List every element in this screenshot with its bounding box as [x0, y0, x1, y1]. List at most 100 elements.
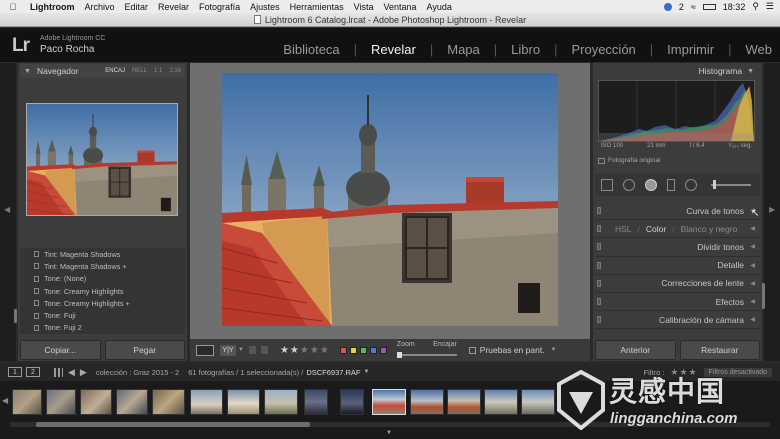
panel-switch[interactable]: [597, 225, 601, 233]
filmstrip-thumbnail[interactable]: [410, 389, 444, 415]
red-eye-icon[interactable]: [645, 179, 657, 191]
chevron-down-icon[interactable]: ▼: [364, 369, 370, 375]
filmstrip-thumbnail[interactable]: [340, 389, 364, 415]
color-label-purple[interactable]: [379, 346, 387, 354]
filmstrip-thumbnail-selected[interactable]: [372, 389, 406, 415]
filmstrip-thumbnail[interactable]: [80, 389, 112, 415]
nav-1-1-option[interactable]: 1:1: [154, 68, 162, 74]
zoom-slider-knob[interactable]: [396, 352, 402, 358]
tab-bw[interactable]: Blanco y negro: [681, 224, 738, 234]
module-proyeccion[interactable]: Proyección: [571, 42, 635, 57]
previous-button[interactable]: Anterior: [595, 340, 676, 360]
star-rating[interactable]: ★★★★★: [280, 345, 330, 356]
module-libro[interactable]: Libro: [511, 42, 540, 57]
forward-arrow-icon[interactable]: ▶: [80, 367, 87, 378]
tab-color[interactable]: Color: [646, 224, 666, 234]
soft-proofing-toggle[interactable]: Pruebas en pant.: [468, 345, 545, 355]
battery-icon[interactable]: [702, 3, 716, 10]
apple-icon[interactable]: : [6, 2, 20, 12]
loupe-view-button[interactable]: [196, 344, 214, 356]
wifi-icon[interactable]: ≈: [691, 2, 696, 12]
panel-switch[interactable]: [597, 297, 601, 305]
grid-view-icon[interactable]: [54, 367, 63, 377]
navigator-preview[interactable]: [26, 103, 178, 216]
preset-item[interactable]: Tone: Fuji 2: [20, 322, 185, 334]
panel-tone-curve[interactable]: Curva de tonos ◀: [595, 202, 760, 221]
adjustment-brush-slider[interactable]: [711, 180, 751, 189]
filmstrip-thumbnail[interactable]: [521, 389, 555, 415]
histogram-header[interactable]: Histograma ▼: [595, 64, 760, 78]
menu-ajustes[interactable]: Ajustes: [250, 2, 280, 12]
filmstrip-scrollbar[interactable]: [36, 422, 310, 427]
spot-removal-icon[interactable]: [623, 179, 635, 191]
spotlight-icon[interactable]: ⚲: [752, 1, 759, 12]
panel-switch[interactable]: [597, 243, 601, 251]
collection-source[interactable]: colección : Graz 2015 - 2: [96, 368, 179, 377]
nav-1-16-option[interactable]: 1:16: [169, 68, 181, 74]
tab-hsl[interactable]: HSL: [615, 224, 632, 234]
right-panel-scrollbar[interactable]: [762, 283, 765, 309]
nav-fit-option[interactable]: ENCAJ: [105, 68, 125, 74]
panel-camera-calibration[interactable]: Calibración de cámara ◀: [595, 311, 760, 330]
radial-filter-icon[interactable]: [685, 179, 697, 191]
preset-item[interactable]: Tone: Creamy Highlights: [20, 285, 185, 297]
module-web[interactable]: Web: [746, 42, 773, 57]
left-panel-scrollbar[interactable]: [14, 309, 17, 323]
filmstrip-thumbnail[interactable]: [116, 389, 148, 415]
back-arrow-icon[interactable]: ◀: [68, 367, 75, 378]
slider-knob[interactable]: [713, 180, 716, 189]
filmstrip-thumbnail[interactable]: [484, 389, 518, 415]
zoom-control[interactable]: Zoom Encajar: [396, 341, 457, 359]
menu-editar[interactable]: Editar: [125, 2, 149, 12]
crop-tool-icon[interactable]: [601, 179, 613, 191]
filmstrip-thumbnail[interactable]: [447, 389, 481, 415]
menu-vista[interactable]: Vista: [354, 2, 374, 12]
filmstrip-thumbnail[interactable]: [46, 389, 76, 415]
color-label-yellow[interactable]: [349, 346, 357, 354]
panel-switch[interactable]: [597, 261, 601, 269]
main-photo[interactable]: [222, 73, 558, 326]
preset-item[interactable]: Tone: Fuji: [20, 309, 185, 321]
preset-item[interactable]: Tint: Magenta Shadows: [20, 248, 185, 260]
monitor-2-button[interactable]: 2: [26, 367, 40, 377]
menu-lightroom[interactable]: Lightroom: [30, 2, 75, 12]
filmstrip-thumbnail[interactable]: [264, 389, 298, 415]
panel-switch[interactable]: [597, 207, 601, 214]
filmstrip-thumbnail[interactable]: [152, 389, 185, 415]
flag-icon[interactable]: [248, 346, 256, 354]
reject-flag-icon[interactable]: [260, 346, 268, 354]
status-icon[interactable]: [663, 2, 672, 11]
copy-button[interactable]: Copiar...: [20, 340, 101, 360]
right-panel-toggle[interactable]: ▶: [764, 63, 780, 361]
reset-button[interactable]: Restaurar: [679, 340, 760, 360]
monitor-1-button[interactable]: 1: [8, 367, 22, 377]
panel-detail[interactable]: Detalle ◀: [595, 256, 760, 275]
menu-revelar[interactable]: Revelar: [158, 2, 189, 12]
nav-fill-option[interactable]: RELL: [132, 68, 147, 74]
triangle-down-icon[interactable]: ▼: [386, 430, 392, 436]
soft-proofing-checkbox[interactable]: [468, 346, 476, 354]
preset-item[interactable]: Tint: Magenta Shadows +: [20, 260, 185, 272]
zoom-slider-track[interactable]: [396, 354, 457, 356]
graduated-filter-icon[interactable]: [667, 179, 675, 191]
filmstrip-scroll-left-icon[interactable]: ◀: [2, 396, 8, 405]
module-revelar[interactable]: Revelar: [371, 42, 416, 57]
clock[interactable]: 18:32: [723, 2, 746, 12]
menu-herramientas[interactable]: Herramientas: [290, 2, 344, 12]
filmstrip-thumbnail[interactable]: [227, 389, 260, 415]
module-biblioteca[interactable]: Biblioteca: [283, 42, 339, 57]
panel-switch[interactable]: [597, 316, 601, 324]
navigator-header[interactable]: ▼ Navegador ENCAJ RELL 1:1 1:16: [20, 64, 185, 78]
filmstrip-thumbnail[interactable]: [304, 389, 328, 415]
module-imprimir[interactable]: Imprimir: [667, 42, 714, 57]
chevron-down-icon[interactable]: ▼: [551, 347, 557, 353]
filmstrip-thumbnail[interactable]: [190, 389, 223, 415]
panel-hsl-color-bw[interactable]: HSL / Color / Blanco y negro ◀: [595, 220, 760, 239]
paste-button[interactable]: Pegar: [104, 340, 185, 360]
preset-item[interactable]: Tone: (None): [20, 273, 185, 285]
before-after-button[interactable]: Y|Y: [220, 344, 236, 356]
menu-archivo[interactable]: Archivo: [85, 2, 115, 12]
filmstrip-thumbnail[interactable]: [12, 389, 42, 415]
module-mapa[interactable]: Mapa: [447, 42, 480, 57]
panel-split-toning[interactable]: Dividir tonos ◀: [595, 238, 760, 257]
